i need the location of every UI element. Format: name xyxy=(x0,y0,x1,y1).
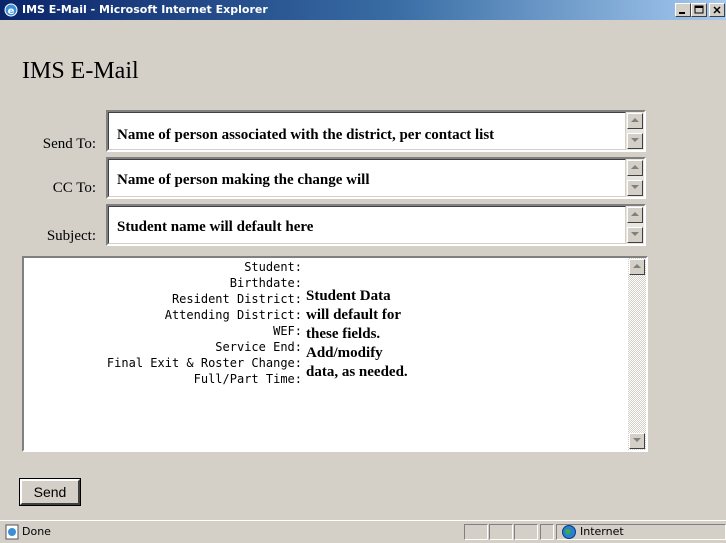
arrow-up-icon xyxy=(631,118,639,122)
body-line-final-exit: Final Exit & Roster Change: xyxy=(106,356,302,370)
scroll-down-button[interactable] xyxy=(627,180,643,196)
send-to-input-area[interactable]: Name of person associated with the distr… xyxy=(108,112,626,150)
scroll-down-button[interactable] xyxy=(629,433,645,449)
close-button[interactable] xyxy=(709,3,725,17)
cc-to-scrollbar[interactable] xyxy=(626,159,644,197)
scroll-down-button[interactable] xyxy=(627,133,643,149)
status-panel xyxy=(540,524,554,540)
scroll-up-button[interactable] xyxy=(629,259,645,275)
message-body-scrollbar[interactable] xyxy=(628,258,646,450)
arrow-down-icon xyxy=(631,138,639,142)
arrow-down-icon xyxy=(631,232,639,236)
body-line-wef: WEF: xyxy=(273,324,302,338)
send-to-field[interactable]: Name of person associated with the distr… xyxy=(106,110,646,152)
body-line-birthdate: Birthdate: xyxy=(229,276,302,290)
scroll-up-button[interactable] xyxy=(627,160,643,176)
body-line-attending-district: Attending District: xyxy=(164,308,302,322)
status-bar: Done Internet xyxy=(0,520,726,543)
cc-to-field[interactable]: Name of person making the change will xyxy=(106,157,646,199)
arrow-down-icon xyxy=(633,438,641,442)
send-to-value: Name of person associated with the distr… xyxy=(117,127,495,143)
svg-text:e: e xyxy=(8,6,15,17)
cc-to-input-area[interactable]: Name of person making the change will xyxy=(108,159,626,197)
maximize-icon xyxy=(694,5,704,14)
window-titlebar: e IMS E-Mail - Microsoft Internet Explor… xyxy=(0,0,726,20)
arrow-up-icon xyxy=(631,212,639,216)
window-title: IMS E-Mail - Microsoft Internet Explorer xyxy=(22,3,268,16)
body-note-line: data, as needed. xyxy=(306,364,408,380)
arrow-up-icon xyxy=(631,165,639,169)
body-note-line: will default for xyxy=(306,307,401,323)
internet-globe-icon xyxy=(562,525,576,539)
internet-explorer-icon: e xyxy=(4,3,18,17)
scroll-up-button[interactable] xyxy=(627,207,643,223)
send-to-scrollbar[interactable] xyxy=(626,112,644,150)
page-title: IMS E-Mail xyxy=(22,58,139,84)
arrow-down-icon xyxy=(631,185,639,189)
minimize-button[interactable] xyxy=(675,3,691,17)
body-line-service-end: Service End: xyxy=(215,340,302,354)
cc-to-label: CC To: xyxy=(52,180,96,196)
body-line-full-part-time: Full/Part Time: xyxy=(193,372,302,386)
zone-text: Internet xyxy=(580,525,624,538)
subject-scrollbar[interactable] xyxy=(626,206,644,244)
status-panel xyxy=(489,524,513,540)
subject-label: Subject: xyxy=(46,228,96,244)
page-done-icon xyxy=(5,524,19,540)
subject-field[interactable]: Student name will default here xyxy=(106,204,646,246)
scroll-up-button[interactable] xyxy=(627,113,643,129)
status-panel xyxy=(464,524,488,540)
arrow-up-icon xyxy=(633,264,641,268)
message-body-textarea[interactable]: Student: Birthdate: Resident District: A… xyxy=(22,256,648,452)
close-icon xyxy=(713,6,721,14)
body-note-line: these fields. xyxy=(306,326,381,342)
body-line-resident-district: Resident District: xyxy=(171,292,302,306)
subject-input-area[interactable]: Student name will default here xyxy=(108,206,626,244)
scroll-down-button[interactable] xyxy=(627,227,643,243)
minimize-icon xyxy=(679,12,685,14)
body-line-student: Student: xyxy=(244,260,302,274)
status-panel xyxy=(514,524,538,540)
cc-to-value: Name of person making the change will xyxy=(117,172,370,188)
send-button[interactable]: Send xyxy=(19,478,81,506)
maximize-button[interactable] xyxy=(691,3,707,17)
send-to-label: Send To: xyxy=(42,136,96,152)
status-text: Done xyxy=(22,525,51,538)
body-note-line: Student Data xyxy=(306,288,391,304)
subject-value: Student name will default here xyxy=(117,219,314,235)
body-note-line: Add/modify xyxy=(306,345,383,361)
